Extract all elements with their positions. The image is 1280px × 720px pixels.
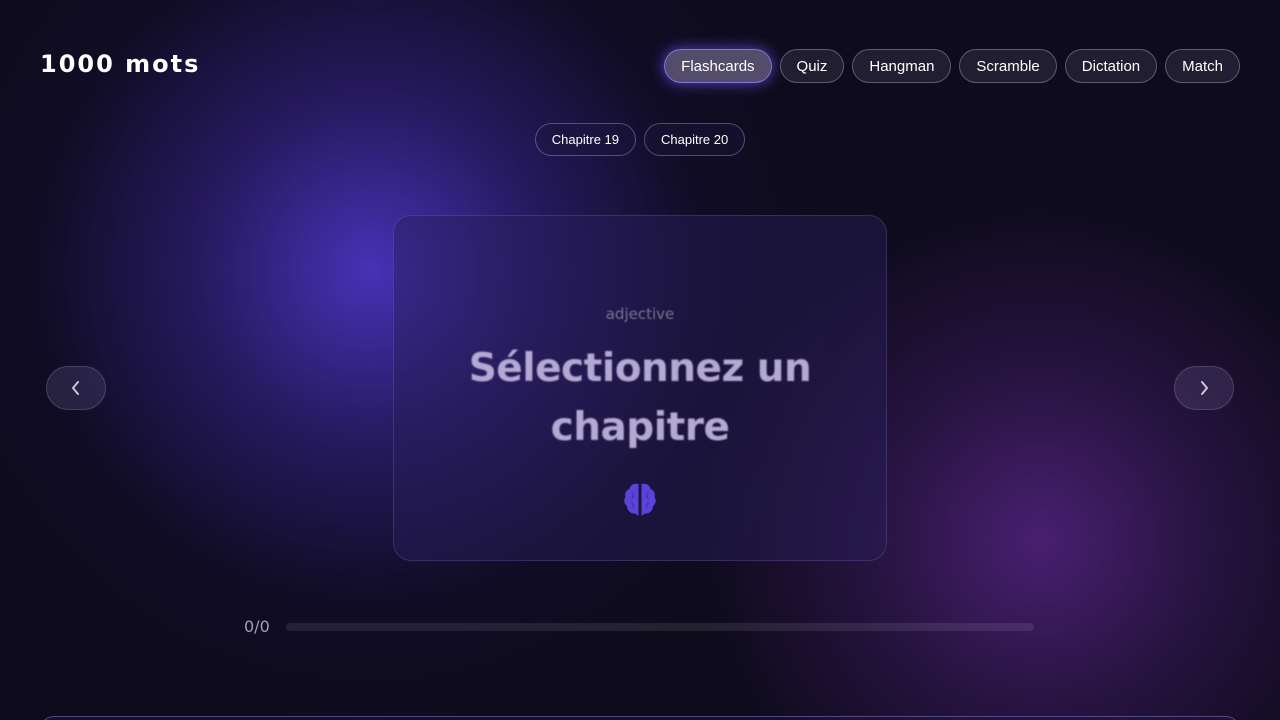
chapter-20-button[interactable]: Chapitre 20 — [644, 123, 746, 156]
bottom-panel — [40, 716, 1240, 720]
progress-counter: 0/0 — [244, 617, 270, 636]
mode-tabs: Flashcards Quiz Hangman Scramble Dictati… — [664, 49, 1240, 83]
tab-hangman[interactable]: Hangman — [852, 49, 952, 83]
tab-dictation[interactable]: Dictation — [1064, 49, 1158, 83]
chapter-selector: Chapitre 19 Chapitre 20 — [0, 123, 1280, 156]
previous-card-button[interactable] — [46, 366, 106, 410]
brain-icon — [624, 483, 656, 516]
progress-bar — [285, 622, 1034, 631]
progress-section: 0/0 — [244, 617, 1034, 636]
flashcard[interactable]: adjective Sélectionnez un chapitre — [393, 215, 887, 561]
next-card-button[interactable] — [1174, 366, 1234, 410]
tab-quiz[interactable]: Quiz — [779, 49, 845, 83]
tab-match[interactable]: Match — [1165, 49, 1240, 83]
chevron-right-icon — [1201, 381, 1208, 395]
chapter-19-button[interactable]: Chapitre 19 — [534, 123, 636, 156]
word-type-label: adjective — [605, 305, 675, 323]
flashcard-word: Sélectionnez un chapitre — [468, 346, 812, 450]
chevron-left-icon — [72, 381, 79, 395]
app-title: 1000 mots — [40, 50, 201, 78]
tab-scramble[interactable]: Scramble — [959, 49, 1057, 83]
tab-flashcards[interactable]: Flashcards — [664, 49, 772, 83]
